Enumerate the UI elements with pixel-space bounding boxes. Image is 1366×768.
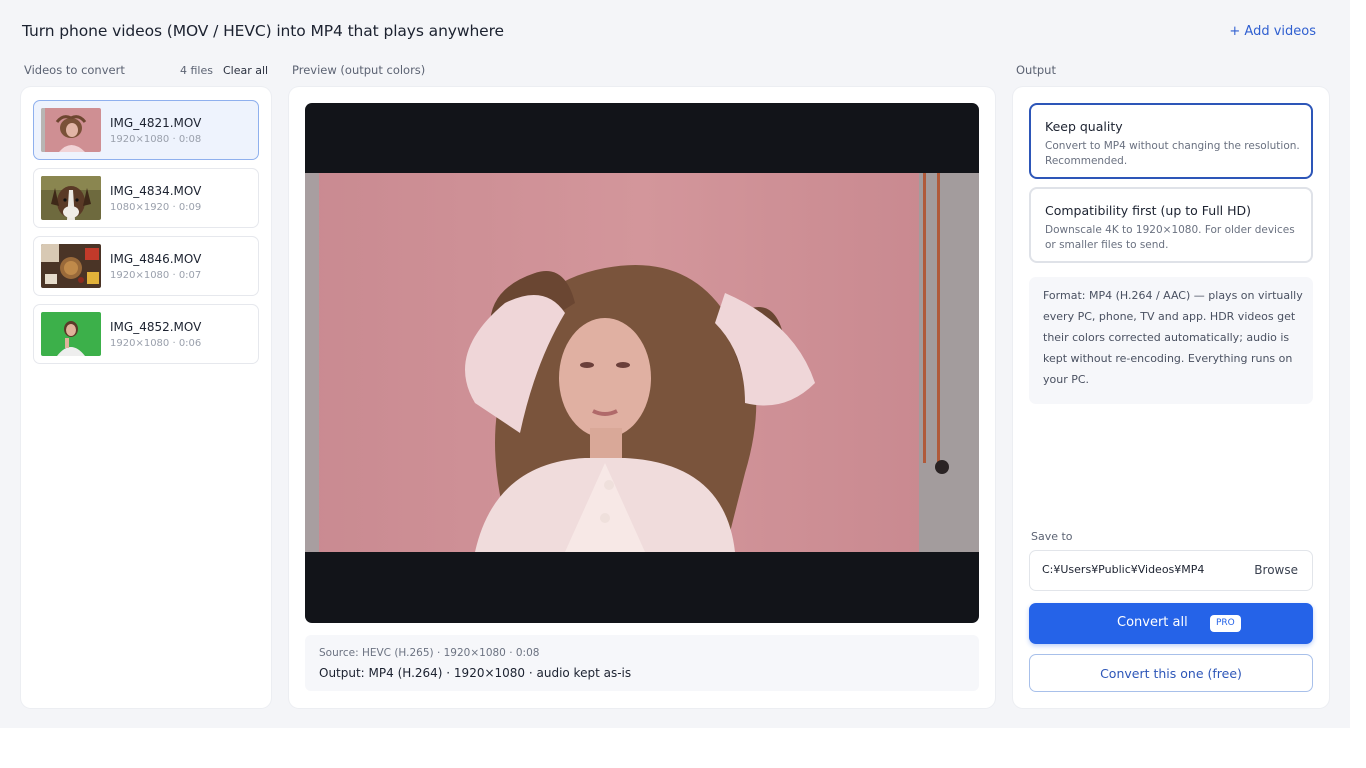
file-item[interactable]: IMG_4846.MOV 1920×1080 · 0:07: [33, 236, 259, 296]
file-name: IMG_4821.MOV: [110, 116, 202, 130]
file-name: IMG_4834.MOV: [110, 184, 202, 198]
convert-this-one-button[interactable]: Convert this one (free): [1029, 654, 1313, 692]
file-item[interactable]: IMG_4834.MOV 1080×1920 · 0:09: [33, 168, 259, 228]
preview-panel: Source: HEVC (H.265) · 1920×1080 · 0:08 …: [289, 87, 995, 708]
file-item[interactable]: IMG_4852.MOV 1920×1080 · 0:06: [33, 304, 259, 364]
file-meta: 1080×1920 · 0:09: [110, 202, 202, 213]
video-thumbnail: [41, 176, 101, 220]
save-to-label: Save to: [1031, 530, 1073, 543]
option-compatibility-first[interactable]: Compatibility first (up to Full HD) Down…: [1029, 187, 1313, 263]
option-description: Downscale 4K to 1920×1080. For older dev…: [1045, 224, 1295, 251]
app-window: Turn phone videos (MOV / HEVC) into MP4 …: [0, 0, 1350, 728]
file-item[interactable]: IMG_4821.MOV 1920×1080 · 0:08: [33, 100, 259, 160]
source-info: Source: HEVC (H.265) · 1920×1080 · 0:08: [319, 647, 540, 659]
video-thumbnail: [41, 312, 101, 356]
file-name: IMG_4852.MOV: [110, 320, 202, 334]
video-preview: [305, 103, 979, 623]
option-keep-quality[interactable]: Keep quality Convert to MP4 without chan…: [1029, 103, 1313, 179]
video-thumbnail: [41, 108, 101, 152]
convert-this-one-label: Convert this one (free): [1100, 666, 1242, 681]
option-title: Keep quality: [1045, 119, 1123, 134]
file-count: 4 files: [180, 64, 213, 77]
add-videos-button[interactable]: + Add videos: [1229, 24, 1316, 39]
option-description: Convert to MP4 without changing the reso…: [1045, 140, 1300, 167]
browse-button[interactable]: Browse: [1254, 563, 1298, 577]
format-note-box: Format: MP4 (H.264 / AAC) — plays on vir…: [1029, 277, 1313, 404]
output-panel-title: Output: [1016, 63, 1056, 77]
file-meta: 1920×1080 · 0:06: [110, 338, 202, 349]
preview-title: Preview (output colors): [292, 63, 426, 77]
conversion-info: Source: HEVC (H.265) · 1920×1080 · 0:08 …: [305, 635, 979, 691]
file-name: IMG_4846.MOV: [110, 252, 202, 266]
file-meta: 1920×1080 · 0:07: [110, 270, 202, 281]
save-path: C:¥Users¥Public¥Videos¥MP4: [1042, 563, 1205, 576]
convert-all-label: Convert all: [1117, 615, 1188, 630]
video-thumbnail: [41, 244, 101, 288]
output-info: Output: MP4 (H.264) · 1920×1080 · audio …: [319, 666, 632, 680]
convert-all-button[interactable]: Convert all PRO: [1029, 603, 1313, 644]
file-meta: 1920×1080 · 0:08: [110, 134, 202, 145]
pro-badge: PRO: [1210, 615, 1241, 632]
save-path-field[interactable]: C:¥Users¥Public¥Videos¥MP4 Browse: [1029, 550, 1313, 591]
page-title: Turn phone videos (MOV / HEVC) into MP4 …: [22, 22, 504, 40]
clear-all-button[interactable]: Clear all: [223, 64, 268, 77]
files-panel: IMG_4821.MOV 1920×1080 · 0:08 IMG_4834.M…: [21, 87, 271, 708]
files-panel-title: Videos to convert: [24, 63, 125, 77]
option-title: Compatibility first (up to Full HD): [1045, 203, 1252, 218]
format-note: Format: MP4 (H.264 / AAC) — plays on vir…: [1043, 289, 1303, 386]
preview-frame: [305, 173, 979, 552]
output-panel: Keep quality Convert to MP4 without chan…: [1013, 87, 1329, 708]
